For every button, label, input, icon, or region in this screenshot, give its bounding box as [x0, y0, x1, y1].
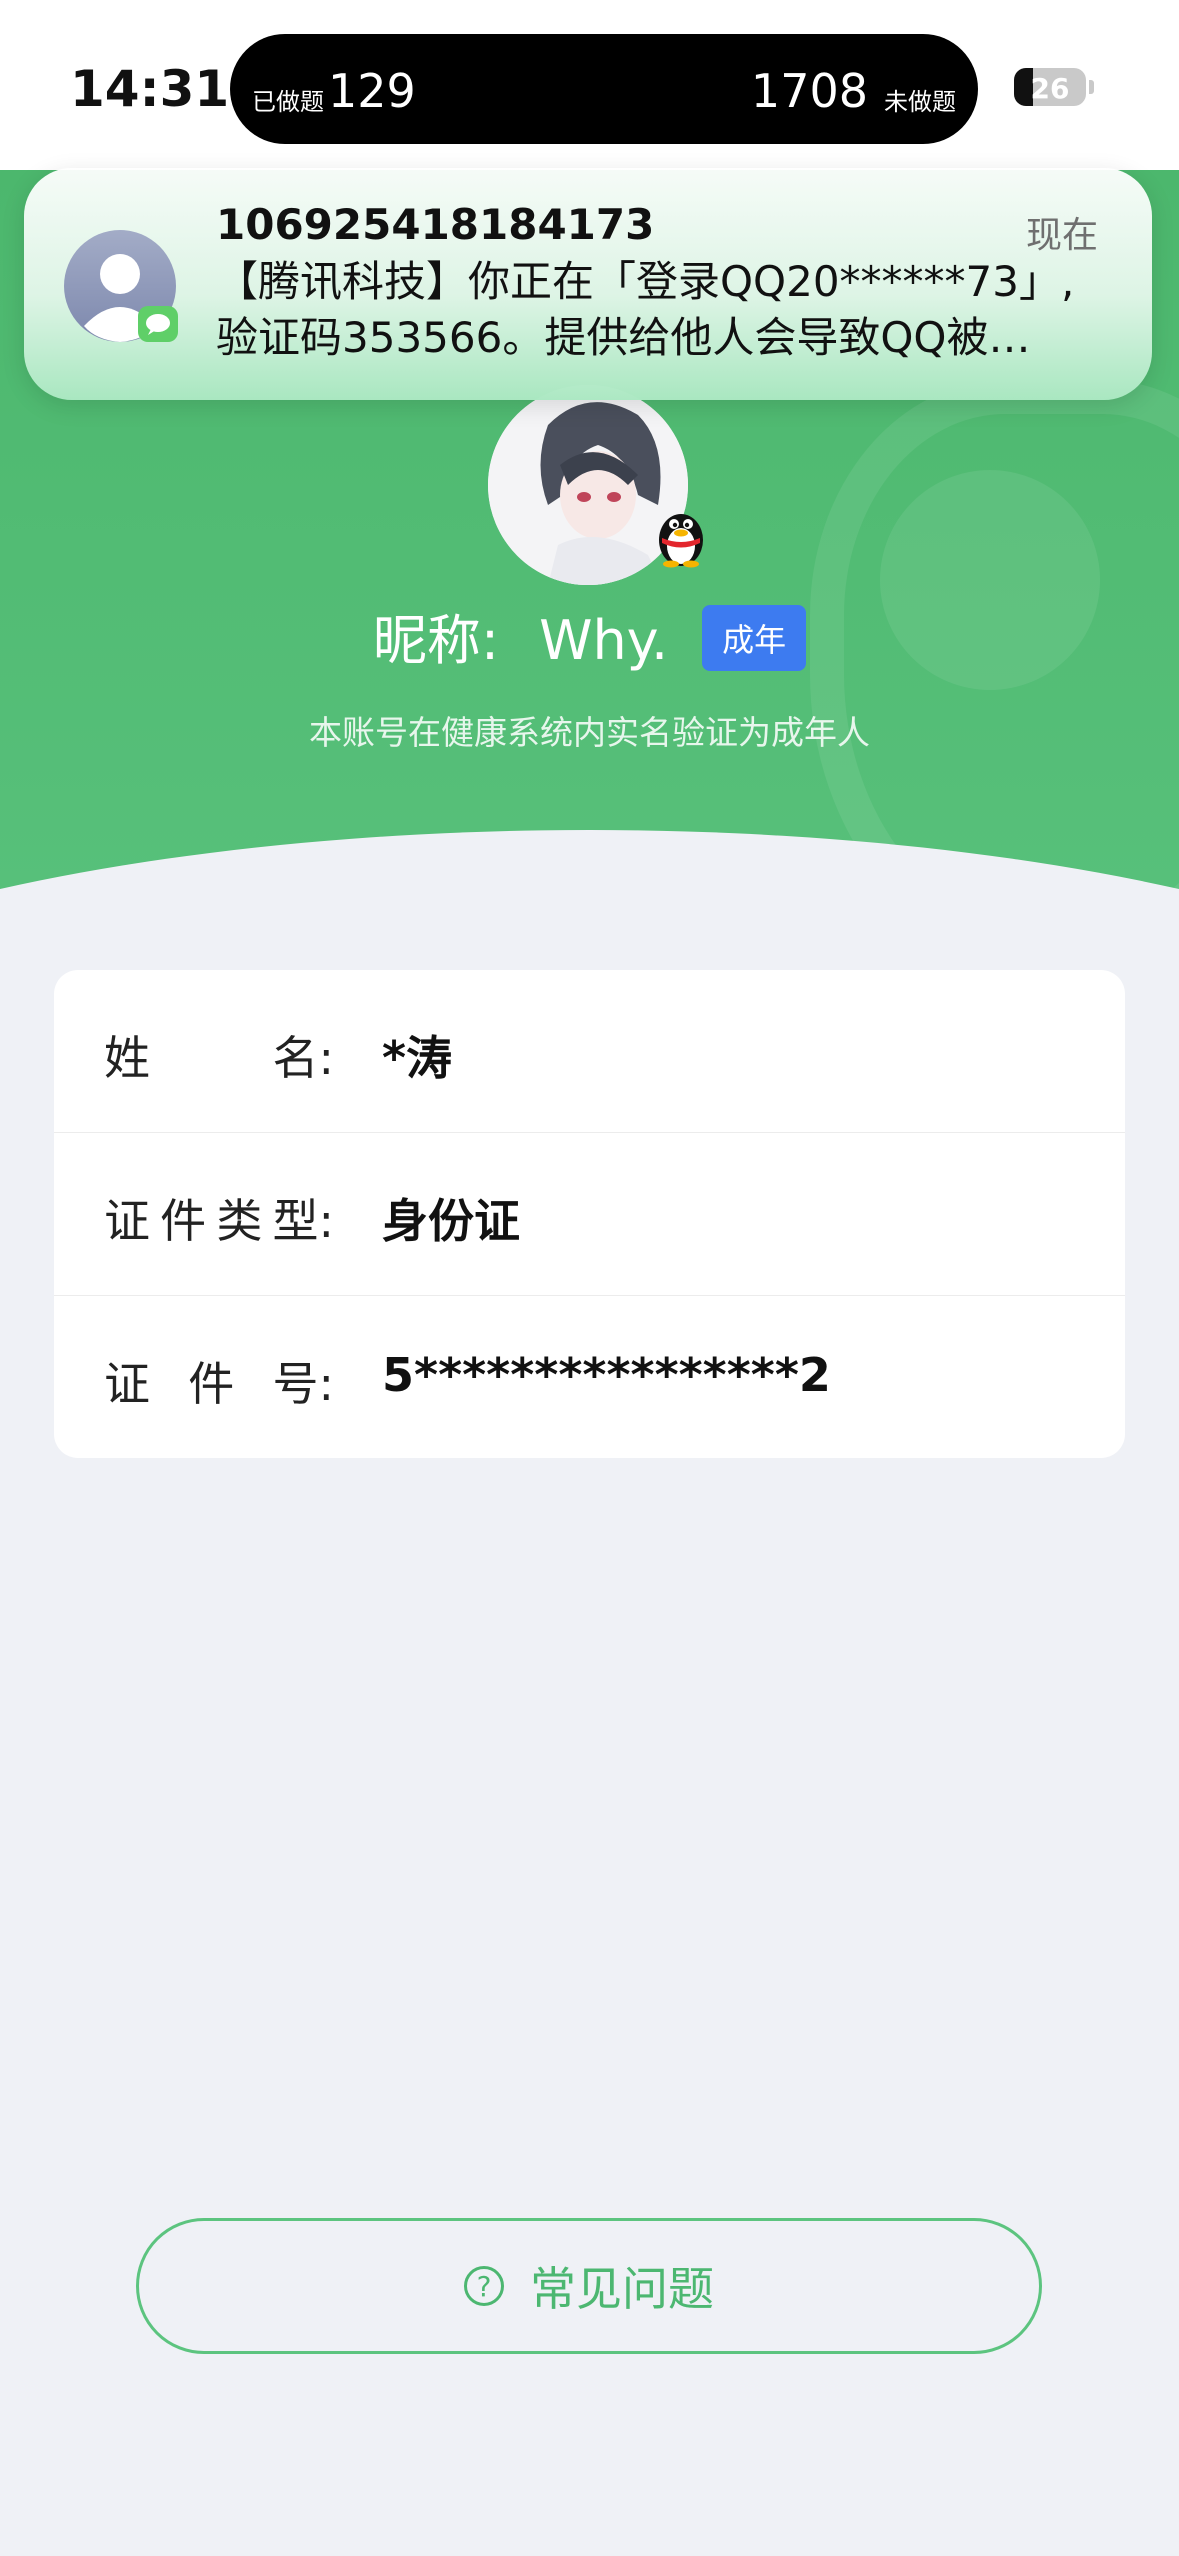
faq-button[interactable]: ? 常见问题 — [136, 2218, 1042, 2354]
info-row-id-type: 证件类型: 身份证 — [54, 1133, 1125, 1296]
done-count-label: 已做题 — [252, 88, 324, 116]
status-time: 14:31 — [70, 60, 230, 118]
info-row-name: 姓名: *涛 — [54, 970, 1125, 1133]
dynamic-island[interactable]: 已做题 129 1708 未做题 — [230, 34, 978, 144]
notification-time: 现在 — [1025, 215, 1098, 256]
nickname-value: Why. — [539, 609, 669, 672]
notification-line-2: 验证码353566。提供给他人会导致QQ被… — [216, 313, 1031, 362]
notification-sender: 106925418184173 — [216, 200, 655, 249]
battery-tip — [1089, 80, 1094, 94]
notification-line-1: 【腾讯科技】你正在「登录QQ20******73」, — [216, 257, 1075, 306]
identity-info-card: 姓名: *涛 证件类型: 身份证 证件号: 5****************2 — [54, 970, 1125, 1458]
nickname-row: 昵称: Why. 成年 — [0, 596, 1179, 677]
info-row-id-number: 证件号: 5****************2 — [54, 1296, 1125, 1458]
battery-level: 26 — [1030, 72, 1070, 105]
done-count-value: 129 — [328, 64, 416, 118]
sms-notification[interactable]: 106925418184173 现在 【腾讯科技】你正在「登录QQ20*****… — [24, 168, 1152, 400]
qq-penguin-icon — [654, 502, 708, 568]
faq-label: 常见问题 — [530, 2262, 714, 2316]
adult-badge: 成年 — [702, 605, 807, 672]
id-type-value: 身份证 — [382, 1194, 520, 1248]
battery-icon: 26 — [1014, 68, 1086, 106]
name-label: 姓名: — [104, 1031, 334, 1085]
id-type-label: 证件类型: — [104, 1194, 334, 1248]
status-bar: 14:31 已做题 129 1708 未做题 26 — [0, 0, 1179, 170]
notification-body: 【腾讯科技】你正在「登录QQ20******73」, 验证码353566。提供给… — [216, 254, 1116, 366]
verification-status-text: 本账号在健康系统内实名验证为成年人 — [309, 713, 870, 752]
name-value: *涛 — [382, 1031, 453, 1085]
contact-avatar-icon — [64, 230, 178, 344]
nickname-label: 昵称: — [372, 609, 500, 672]
todo-count-label: 未做题 — [884, 88, 956, 116]
todo-count-value: 1708 — [750, 64, 868, 118]
question-circle-icon: ? — [464, 2266, 504, 2306]
id-number-label: 证件号: — [104, 1357, 334, 1411]
id-number-value: 5****************2 — [382, 1348, 831, 1402]
